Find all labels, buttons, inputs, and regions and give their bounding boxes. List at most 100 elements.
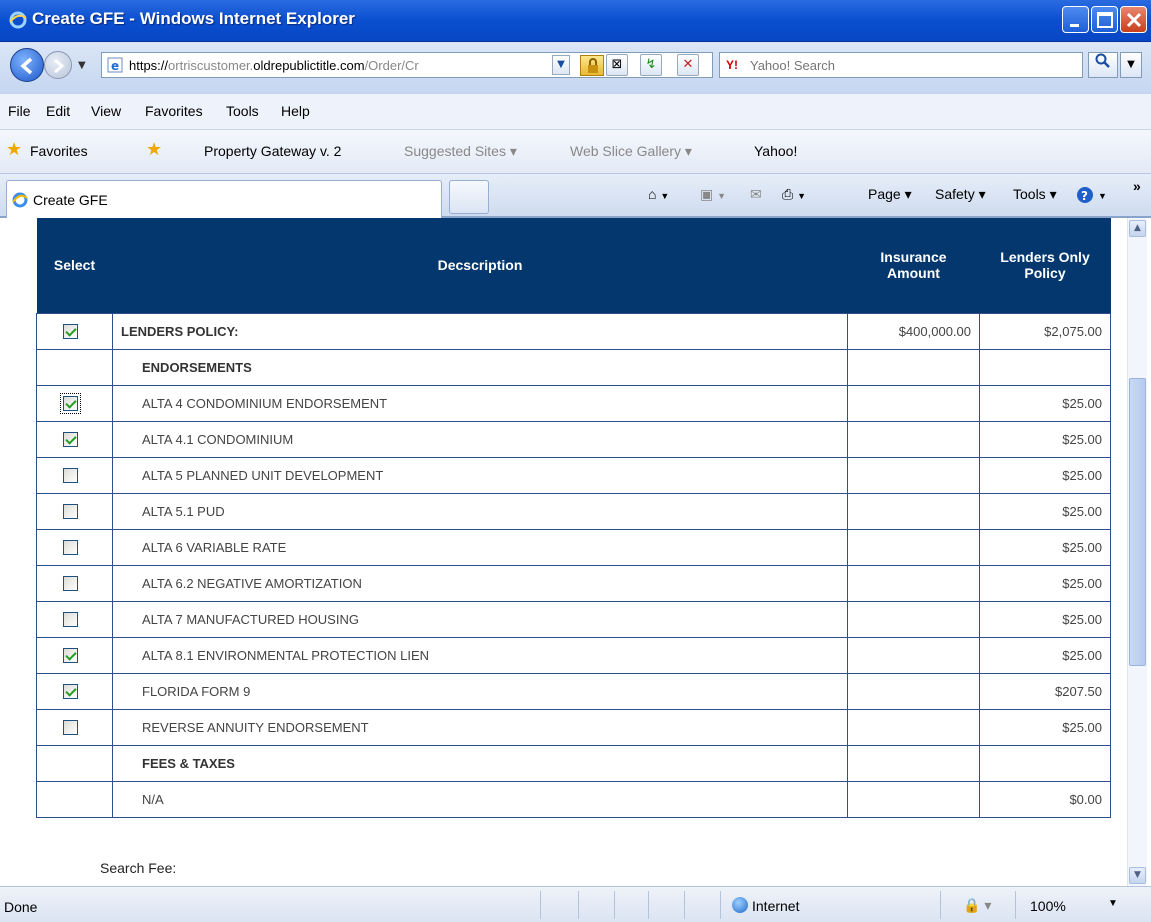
- description-cell: ENDORSEMENTS: [112, 348, 848, 386]
- select-cell: [36, 384, 113, 422]
- insurance-amount-cell: [847, 636, 980, 674]
- print-icon[interactable]: ⎙ ▼: [782, 186, 806, 203]
- lenders-policy-cell: [979, 744, 1111, 782]
- select-checkbox[interactable]: [63, 648, 78, 664]
- table-row: ALTA 4.1 CONDOMINIUM $25.00: [36, 420, 1111, 458]
- lenders-policy-cell: $25.00: [979, 528, 1111, 566]
- back-button[interactable]: [10, 48, 44, 82]
- status-divider: [648, 891, 649, 919]
- lock-icon[interactable]: [580, 55, 604, 76]
- lenders-policy-cell: $25.00: [979, 384, 1111, 422]
- add-favorite-icon[interactable]: ★: [146, 139, 162, 160]
- page-menu[interactable]: Page ▾: [868, 186, 912, 203]
- select-cell: [36, 744, 113, 782]
- zoom-level[interactable]: 100%: [1030, 898, 1066, 914]
- new-tab-button[interactable]: [449, 180, 489, 214]
- table-row: ENDORSEMENTS: [36, 348, 1111, 386]
- select-checkbox[interactable]: [60, 393, 81, 415]
- close-button[interactable]: [1120, 6, 1147, 33]
- menu-view[interactable]: View: [91, 103, 121, 119]
- zoom-dropdown-button[interactable]: ▼: [1108, 898, 1118, 909]
- maximize-button[interactable]: [1091, 6, 1118, 33]
- insurance-amount-cell: [847, 708, 980, 746]
- forward-arrow-icon: [54, 58, 65, 74]
- select-cell: [36, 600, 113, 638]
- minimize-button[interactable]: [1062, 6, 1089, 33]
- table-row: ALTA 6 VARIABLE RATE $25.00: [36, 528, 1111, 566]
- status-text: Done: [4, 899, 38, 915]
- safety-menu[interactable]: Safety ▾: [935, 186, 986, 203]
- lenders-policy-cell: $207.50: [979, 672, 1111, 710]
- select-checkbox[interactable]: [63, 540, 78, 556]
- insurance-amount-cell: [847, 384, 980, 422]
- insurance-amount-cell: $400,000.00: [847, 312, 980, 350]
- read-mail-icon[interactable]: ✉: [750, 186, 762, 203]
- tools-menu[interactable]: Tools ▾: [1013, 186, 1057, 203]
- select-checkbox[interactable]: [63, 432, 78, 448]
- scroll-down-button[interactable]: ▼: [1129, 867, 1146, 884]
- description-cell: ALTA 8.1 ENVIRONMENTAL PROTECTION LIEN: [112, 636, 848, 674]
- svg-text:e: e: [111, 59, 119, 73]
- select-checkbox[interactable]: [63, 504, 78, 520]
- status-divider: [684, 891, 685, 919]
- lenders-policy-cell: $25.00: [979, 420, 1111, 458]
- scroll-thumb[interactable]: [1129, 378, 1146, 666]
- select-checkbox[interactable]: [63, 720, 78, 736]
- search-button[interactable]: [1088, 52, 1118, 78]
- menu-help[interactable]: Help: [281, 103, 310, 119]
- select-checkbox[interactable]: [63, 324, 78, 340]
- url-dropdown-button[interactable]: ▼: [552, 55, 570, 75]
- lenders-policy-cell: $2,075.00: [979, 312, 1111, 350]
- menu-tools[interactable]: Tools: [226, 103, 259, 119]
- header-lenders-only-policy: Lenders Only Policy: [979, 218, 1111, 313]
- fav-suggested-sites[interactable]: Suggested Sites ▾: [380, 143, 517, 160]
- select-checkbox[interactable]: [63, 468, 78, 484]
- scroll-up-button[interactable]: ▲: [1129, 220, 1146, 237]
- fav-yahoo[interactable]: Yahoo!: [726, 143, 797, 159]
- select-checkbox[interactable]: [63, 684, 78, 700]
- forward-button[interactable]: [44, 51, 72, 79]
- favorites-button[interactable]: Favorites: [30, 143, 88, 159]
- status-bar: Done Internet 🔒 ▾ 100% ▼: [0, 886, 1151, 922]
- compatibility-view-icon[interactable]: ⊠: [606, 54, 628, 76]
- tab-label: Create GFE: [33, 192, 108, 208]
- fav-property-gateway[interactable]: Property Gateway v. 2: [180, 143, 341, 159]
- select-cell: [36, 312, 113, 350]
- insurance-amount-cell: [847, 348, 980, 386]
- tab-create-gfe[interactable]: Create GFE: [6, 180, 442, 218]
- fav-web-slice-gallery[interactable]: Web Slice Gallery ▾: [546, 143, 692, 160]
- feeds-icon[interactable]: ▣ ▼: [700, 186, 726, 203]
- refresh-icon[interactable]: ↯: [640, 54, 662, 76]
- table-row: REVERSE ANNUITY ENDORSEMENT $25.00: [36, 708, 1111, 746]
- command-overflow-button[interactable]: »: [1133, 178, 1141, 194]
- select-cell: [36, 780, 113, 818]
- security-zone[interactable]: Internet: [752, 898, 799, 914]
- history-dropdown-button[interactable]: ▼: [78, 60, 86, 71]
- title-bar: Create GFE - Windows Internet Explorer: [0, 0, 1151, 42]
- vertical-scrollbar[interactable]: ▲ ▼: [1127, 218, 1147, 886]
- menu-file[interactable]: File: [8, 103, 31, 119]
- menu-edit[interactable]: Edit: [46, 103, 70, 119]
- back-arrow-icon: [20, 57, 33, 75]
- search-options-button[interactable]: ▼: [1120, 52, 1142, 78]
- menu-favorites[interactable]: Favorites: [145, 103, 203, 119]
- insurance-amount-cell: [847, 528, 980, 566]
- stop-icon[interactable]: ✕: [677, 54, 699, 76]
- description-cell: FEES & TAXES: [112, 744, 848, 782]
- insurance-amount-cell: [847, 600, 980, 638]
- help-icon[interactable]: ? ▼: [1076, 186, 1107, 204]
- search-field[interactable]: Y!: [719, 52, 1083, 78]
- select-cell: [36, 528, 113, 566]
- protected-mode-icon[interactable]: 🔒 ▾: [963, 897, 991, 914]
- ie-tab-icon: [12, 192, 28, 208]
- description-cell: ALTA 4.1 CONDOMINIUM: [112, 420, 848, 458]
- table-row: ALTA 7 MANUFACTURED HOUSING $25.00: [36, 600, 1111, 638]
- search-input[interactable]: [750, 56, 1070, 74]
- table-row: ALTA 4 CONDOMINIUM ENDORSEMENT $25.00: [36, 384, 1111, 422]
- select-checkbox[interactable]: [63, 612, 78, 628]
- home-icon[interactable]: ⌂ ▼: [648, 186, 669, 202]
- select-checkbox[interactable]: [63, 576, 78, 592]
- favorites-star-icon: ★: [6, 139, 23, 160]
- status-divider: [614, 891, 615, 919]
- description-cell: ALTA 5.1 PUD: [112, 492, 848, 530]
